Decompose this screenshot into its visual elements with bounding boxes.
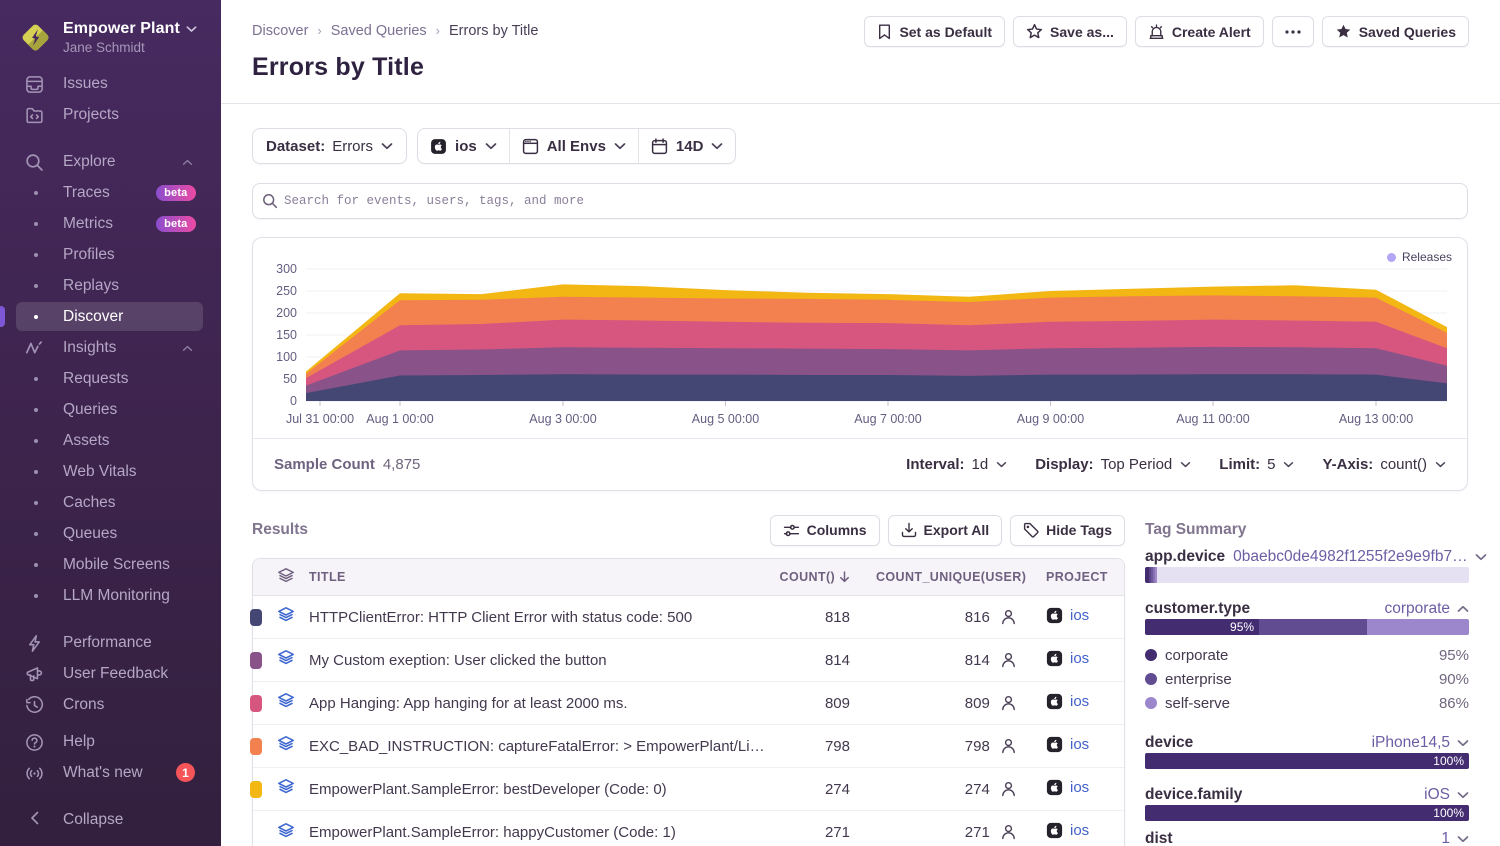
svg-text:Aug 7 00:00: Aug 7 00:00: [854, 412, 921, 426]
svg-text:250: 250: [276, 284, 297, 298]
svg-text:50: 50: [283, 372, 297, 386]
svg-text:200: 200: [276, 306, 297, 320]
svg-text:Aug 3 00:00: Aug 3 00:00: [529, 412, 596, 426]
svg-text:150: 150: [276, 328, 297, 342]
svg-text:0: 0: [290, 394, 297, 408]
svg-text:Aug 5 00:00: Aug 5 00:00: [692, 412, 759, 426]
svg-text:Aug 11 00:00: Aug 11 00:00: [1176, 412, 1249, 426]
svg-text:Jul 31 00:00: Jul 31 00:00: [286, 412, 354, 426]
svg-text:Aug 1 00:00: Aug 1 00:00: [366, 412, 433, 426]
svg-text:100: 100: [276, 350, 297, 364]
svg-text:Aug 9 00:00: Aug 9 00:00: [1017, 412, 1084, 426]
svg-text:Aug 13 00:00: Aug 13 00:00: [1339, 412, 1413, 426]
svg-text:300: 300: [276, 262, 297, 276]
